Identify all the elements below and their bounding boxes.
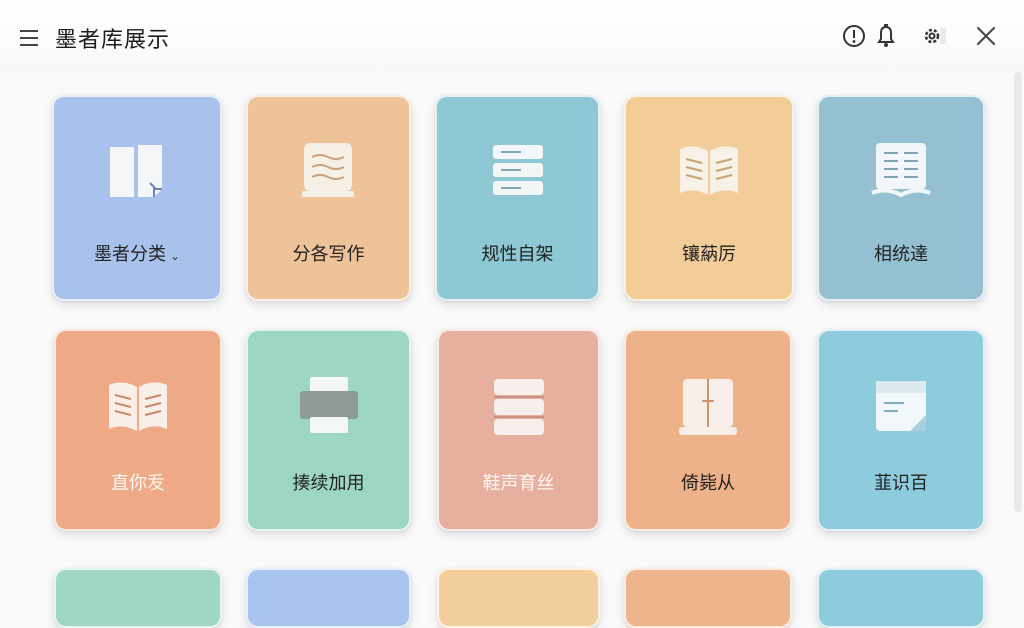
tile-category-14[interactable] xyxy=(624,568,792,628)
document-page-icon xyxy=(876,381,926,431)
tile-category-12[interactable] xyxy=(246,568,411,628)
stacked-books-icon xyxy=(492,145,543,195)
tile-category-5[interactable]: 相统達 xyxy=(817,95,985,301)
tile-category-13[interactable] xyxy=(437,568,600,628)
tile-category-6[interactable]: 直你叐 xyxy=(54,329,222,531)
tile-label: 韮识百 xyxy=(874,473,928,494)
tile-category-3[interactable]: 规性自架 xyxy=(435,95,600,301)
tile-label: 墨者分类 ⌄ xyxy=(54,240,220,266)
stacked-books-icon xyxy=(493,379,544,435)
bookmark-book-icon xyxy=(679,379,737,435)
tile-label: 揍续加用 xyxy=(292,473,365,494)
open-book-icon xyxy=(109,382,167,431)
tile-category-7[interactable]: 揍续加用 xyxy=(246,329,411,531)
tile-category-8[interactable]: 鞋声育丝 xyxy=(437,329,600,531)
chevron-down-icon[interactable]: ⌄ xyxy=(170,249,180,263)
tile-category-4[interactable]: 镶蒳厉 xyxy=(624,95,794,301)
category-grid: 墨者分类 ⌄ 分各写作 规性自架 镶蒳厉 相统達 直你叐 揍续加用 鞋声育丝 倚… xyxy=(0,0,1024,628)
tile-label: 镶蒳厉 xyxy=(682,244,736,265)
tile-category-9[interactable]: 倚毙从 xyxy=(624,329,792,531)
scroll-book-icon xyxy=(301,143,354,197)
tile-category-15[interactable] xyxy=(817,568,985,628)
open-book-icon xyxy=(680,146,738,195)
tile-label-text: 墨者分类 xyxy=(93,244,166,265)
tile-label: 倚毙从 xyxy=(681,473,735,494)
tile-category-11[interactable] xyxy=(54,568,222,628)
tile-label: 相统達 xyxy=(874,244,928,265)
vertical-scrollbar[interactable] xyxy=(1014,72,1022,512)
tile-label: 分各写作 xyxy=(292,244,365,265)
printer-icon xyxy=(299,377,358,433)
open-book-lines-icon xyxy=(871,143,931,198)
tile-label: 规性自架 xyxy=(481,244,554,265)
tile-category-1[interactable]: 墨者分类 ⌄ xyxy=(52,95,222,301)
tile-category-10[interactable]: 韮识百 xyxy=(817,329,985,531)
open-book-page-icon xyxy=(110,145,162,197)
tile-label: 鞋声育丝 xyxy=(482,473,555,494)
tile-category-2[interactable]: 分各写作 xyxy=(246,95,411,301)
tile-label: 直你叐 xyxy=(111,473,165,494)
